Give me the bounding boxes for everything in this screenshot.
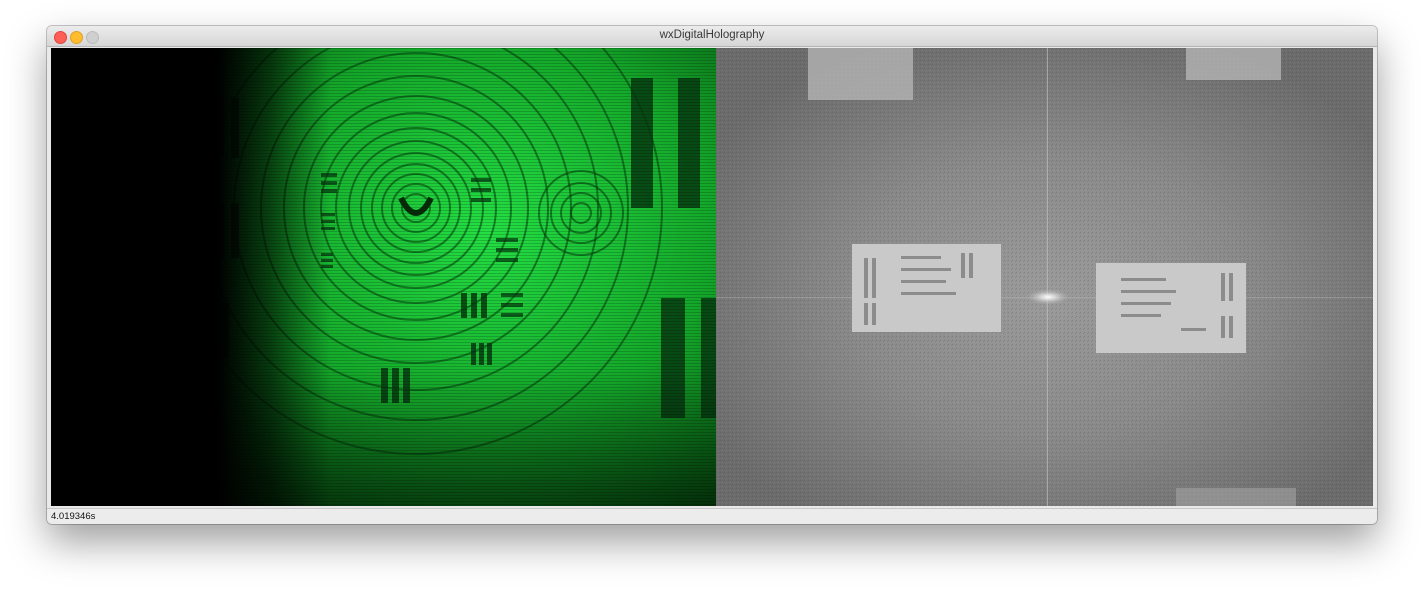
fourier-spectrum-image [716,48,1373,506]
image-canvas [51,48,1373,506]
app-window: wxDigitalHolography 4.019346s [47,26,1377,524]
hologram-image [51,48,716,506]
title-bar[interactable]: wxDigitalHolography [47,26,1377,47]
window-title: wxDigitalHolography [659,29,765,41]
status-bar: 4.019346s [47,508,1377,524]
status-elapsed-time: 4.019346s [51,511,96,522]
